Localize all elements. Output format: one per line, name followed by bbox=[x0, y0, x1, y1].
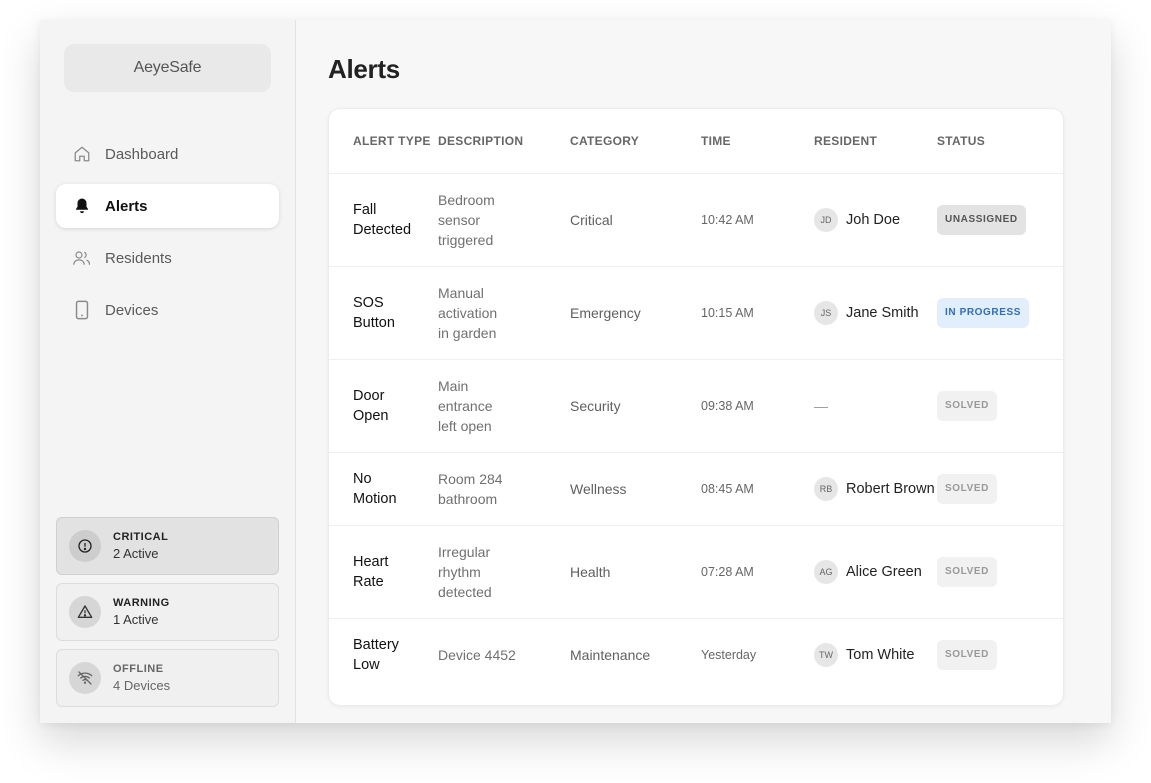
resident-cell[interactable]: JD Joh Doe bbox=[814, 173, 937, 267]
status-card-title: WARNING bbox=[113, 597, 170, 609]
sidebar-item-label: Devices bbox=[105, 301, 159, 319]
alerts-table-card: ALERT TYPE DESCRIPTION CATEGORY TIME RES… bbox=[328, 108, 1064, 706]
time-cell: 10:15 AM bbox=[701, 266, 814, 360]
alert-circle-icon bbox=[69, 530, 101, 562]
column-header-alert-type[interactable]: ALERT TYPE bbox=[329, 109, 438, 174]
status-card-critical[interactable]: CRITICAL 2 Active bbox=[56, 517, 279, 575]
time-cell: 07:28 AM bbox=[701, 525, 814, 619]
resident-name: Robert Brown bbox=[846, 480, 935, 497]
resident-name: Alice Green bbox=[846, 563, 922, 580]
category-cell: Health bbox=[570, 525, 701, 619]
avatar: TW bbox=[814, 642, 838, 667]
avatar: RB bbox=[814, 476, 838, 501]
status-badge[interactable]: SOLVED bbox=[937, 390, 997, 421]
alert-type-cell: Door Open bbox=[329, 359, 438, 453]
page-title: Alerts bbox=[328, 54, 400, 84]
warning-triangle-icon bbox=[69, 596, 101, 628]
sidebar-nav: Dashboard Alerts Residents Devices bbox=[56, 132, 279, 340]
column-header-category[interactable]: CATEGORY bbox=[570, 109, 701, 174]
table-row[interactable]: Battery Low Device 4452 Maintenance Yeste… bbox=[329, 618, 1063, 691]
table-row[interactable]: Fall Detected Bedroom sensor triggered Crit… bbox=[329, 173, 1063, 267]
alert-type-cell: Heart Rate bbox=[329, 525, 438, 619]
time-cell: Yesterday bbox=[701, 647, 757, 662]
sidebar: AeyeSafe Dashboard Alerts Residents Devi… bbox=[40, 20, 296, 723]
home-icon bbox=[72, 144, 92, 164]
status-card-value: 2 Active bbox=[113, 546, 159, 561]
category-cell: Maintenance bbox=[570, 646, 651, 663]
alert-type-cell: SOS Button bbox=[329, 266, 438, 360]
status-cell: SOLVED bbox=[937, 618, 1063, 691]
table-header-row: ALERT TYPE DESCRIPTION CATEGORY TIME RES… bbox=[329, 109, 1063, 174]
resident-cell[interactable]: TW Tom White bbox=[814, 618, 937, 691]
category-cell: Security bbox=[570, 359, 701, 453]
status-badge[interactable]: SOLVED bbox=[937, 473, 997, 504]
status-card-title: CRITICAL bbox=[113, 531, 169, 543]
status-cell: SOLVED bbox=[937, 452, 1063, 526]
resident-name: Joh Doe bbox=[846, 211, 901, 228]
main-content: Alerts ALERT TYPE DESCRIPTION CATEGORY T… bbox=[296, 20, 1111, 723]
alert-type-cell: No Motion bbox=[329, 452, 438, 526]
avatar: AG bbox=[814, 559, 838, 584]
users-icon bbox=[72, 248, 92, 268]
status-badge[interactable]: SOLVED bbox=[937, 639, 997, 670]
status-card-offline[interactable]: OFFLINE 4 Devices bbox=[56, 649, 279, 707]
avatar: JS bbox=[814, 300, 838, 325]
sidebar-item-devices[interactable]: Devices bbox=[56, 288, 279, 332]
avatar: JD bbox=[814, 207, 838, 232]
table-row[interactable]: Heart Rate Irregular rhythm detected Health… bbox=[329, 525, 1063, 619]
table-row[interactable]: No Motion Room 284 bathroom Wellness 08:45… bbox=[329, 452, 1063, 526]
status-badge[interactable]: IN PROGRESS bbox=[937, 297, 1030, 328]
sidebar-item-alerts[interactable]: Alerts bbox=[56, 184, 279, 228]
status-card-value: 1 Active bbox=[113, 612, 159, 627]
alerts-table: ALERT TYPE DESCRIPTION CATEGORY TIME RES… bbox=[329, 109, 1063, 691]
description-cell: Room 284 bathroom bbox=[438, 452, 570, 526]
bell-icon bbox=[72, 196, 92, 216]
status-cell: UNASSIGNED bbox=[937, 173, 1063, 267]
resident-empty: — bbox=[814, 397, 828, 414]
column-header-time[interactable]: TIME bbox=[701, 109, 814, 174]
category-cell: Wellness bbox=[570, 452, 701, 526]
wifi-off-icon bbox=[69, 662, 101, 694]
column-header-resident[interactable]: RESIDENT bbox=[814, 109, 937, 174]
sidebar-item-dashboard[interactable]: Dashboard bbox=[56, 132, 279, 176]
resident-cell: — bbox=[814, 359, 937, 453]
status-card-value: 4 Devices bbox=[113, 678, 171, 693]
category-cell: Emergency bbox=[570, 266, 701, 360]
status-cell: IN PROGRESS bbox=[937, 266, 1063, 360]
category-cell: Critical bbox=[570, 173, 701, 267]
app-logo[interactable]: AeyeSafe bbox=[64, 44, 271, 92]
sidebar-item-label: Residents bbox=[105, 249, 172, 267]
column-header-description[interactable]: DESCRIPTION bbox=[438, 109, 570, 174]
status-badge[interactable]: UNASSIGNED bbox=[937, 204, 1026, 235]
sidebar-item-residents[interactable]: Residents bbox=[56, 236, 279, 280]
alert-type-cell: Battery Low bbox=[353, 636, 399, 673]
table-row[interactable]: Door Open Main entrance left open Security … bbox=[329, 359, 1063, 453]
resident-cell[interactable]: AG Alice Green bbox=[814, 525, 937, 619]
time-cell: 09:38 AM bbox=[701, 359, 814, 453]
description-cell: Irregular rhythm detected bbox=[438, 525, 570, 619]
sidebar-item-label: Dashboard bbox=[105, 145, 179, 163]
time-cell: 10:42 AM bbox=[701, 173, 814, 267]
sidebar-item-label: Alerts bbox=[105, 197, 148, 215]
status-card-warning[interactable]: WARNING 1 Active bbox=[56, 583, 279, 641]
description-cell: Manual activation in garden bbox=[438, 266, 570, 360]
resident-name: Jane Smith bbox=[846, 304, 919, 321]
status-cards: CRITICAL 2 Active WARNING 1 Active OFFLI… bbox=[56, 517, 279, 715]
description-cell: Main entrance left open bbox=[438, 359, 570, 453]
status-card-title: OFFLINE bbox=[113, 663, 164, 675]
status-cell: SOLVED bbox=[937, 525, 1063, 619]
status-cell: SOLVED bbox=[937, 359, 1063, 453]
tablet-icon bbox=[72, 300, 92, 320]
time-cell: 08:45 AM bbox=[701, 452, 814, 526]
table-row[interactable]: SOS Button Manual activation in garden Emer… bbox=[329, 266, 1063, 360]
resident-cell[interactable]: JS Jane Smith bbox=[814, 266, 937, 360]
description-cell: Bedroom sensor triggered bbox=[438, 173, 570, 267]
description-cell: Device 4452 bbox=[438, 646, 516, 663]
column-header-status[interactable]: STATUS bbox=[937, 109, 1063, 174]
alert-type-cell: Fall Detected bbox=[329, 173, 438, 267]
resident-name: Tom White bbox=[846, 646, 915, 663]
status-badge[interactable]: SOLVED bbox=[937, 556, 997, 587]
resident-cell[interactable]: RB Robert Brown bbox=[814, 452, 937, 526]
app-window: AeyeSafe Dashboard Alerts Residents Devi… bbox=[40, 20, 1111, 723]
